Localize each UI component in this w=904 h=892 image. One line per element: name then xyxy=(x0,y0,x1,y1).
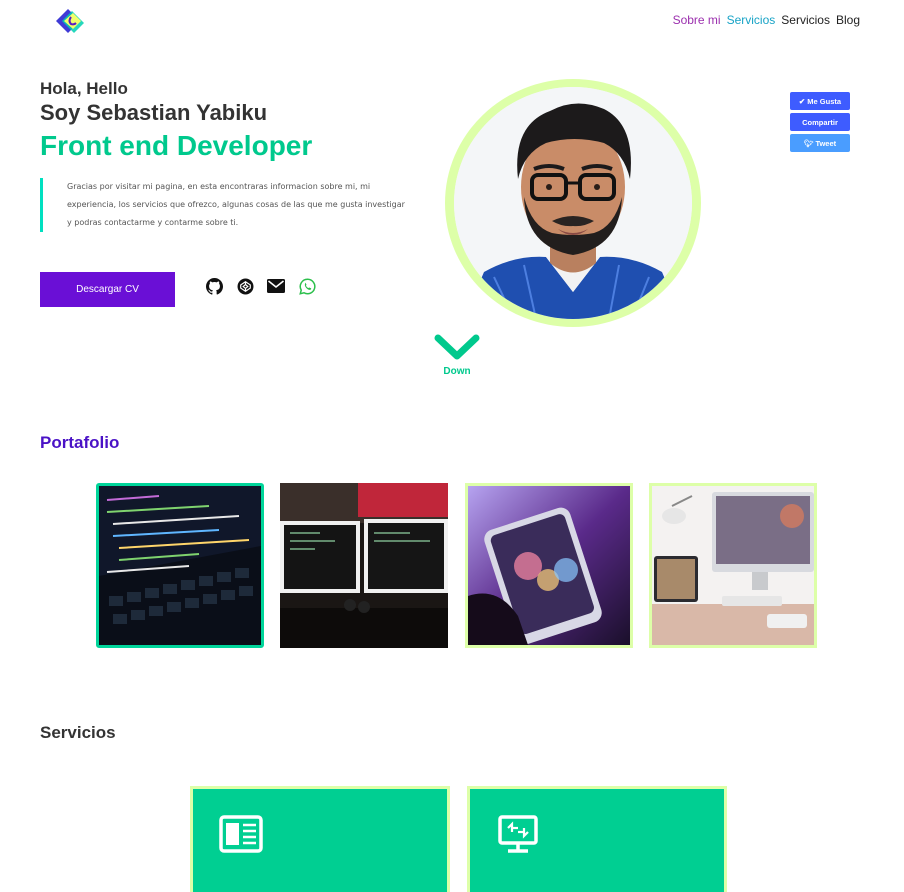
nav-servicios[interactable]: Servicios xyxy=(781,13,830,27)
github-icon[interactable] xyxy=(205,277,223,295)
scroll-down-link[interactable]: Down xyxy=(430,334,484,377)
service-card-web[interactable] xyxy=(190,786,450,892)
nav-blog[interactable]: Blog xyxy=(836,13,860,27)
portfolio-title: Portafolio xyxy=(40,433,120,452)
share-buttons: ✔ Me Gusta Compartir 🐦︎ Tweet xyxy=(790,92,850,152)
nav-sobre-mi[interactable]: Sobre mi xyxy=(673,13,721,27)
portfolio-item-code[interactable] xyxy=(96,483,264,648)
profile-photo xyxy=(454,87,692,319)
nav-servicios-accent[interactable]: Servicios xyxy=(727,13,776,27)
profile-photo-frame xyxy=(445,79,701,327)
download-cv-button[interactable]: Descargar CV xyxy=(40,272,175,307)
remote-desktop-icon xyxy=(498,815,538,853)
main-nav: Sobre mi Servicios Servicios Blog xyxy=(673,13,860,27)
like-button[interactable]: ✔ Me Gusta xyxy=(790,92,850,110)
share-label: Compartir xyxy=(802,117,838,127)
hero-role: Front end Developer xyxy=(40,130,313,161)
portfolio-item-imac[interactable] xyxy=(649,483,817,648)
hero-greeting: Hola, Hello xyxy=(40,79,128,98)
portfolio-item-desk[interactable] xyxy=(280,483,448,648)
social-links xyxy=(205,277,316,295)
portfolio-item-phone[interactable] xyxy=(465,483,633,648)
whatsapp-icon[interactable] xyxy=(298,277,316,295)
hero-intro: Gracias por visitar mi pagina, en esta e… xyxy=(40,178,410,232)
chevron-down-icon xyxy=(434,334,480,360)
tweet-label: Tweet xyxy=(815,138,837,148)
tweet-button[interactable]: 🐦︎ Tweet xyxy=(790,134,850,152)
like-label: Me Gusta xyxy=(807,96,842,106)
share-button[interactable]: Compartir xyxy=(790,113,850,131)
codepen-icon[interactable] xyxy=(236,277,254,295)
site-logo[interactable] xyxy=(52,6,88,36)
hero-name: Soy Sebastian Yabiku xyxy=(40,100,268,125)
mail-icon[interactable] xyxy=(267,277,285,295)
twitter-icon: 🐦︎ xyxy=(803,138,814,148)
scroll-down-label: Down xyxy=(443,366,471,377)
service-card-remote[interactable] xyxy=(467,786,727,892)
layout-icon xyxy=(219,815,263,853)
services-title: Servicios xyxy=(40,723,116,742)
